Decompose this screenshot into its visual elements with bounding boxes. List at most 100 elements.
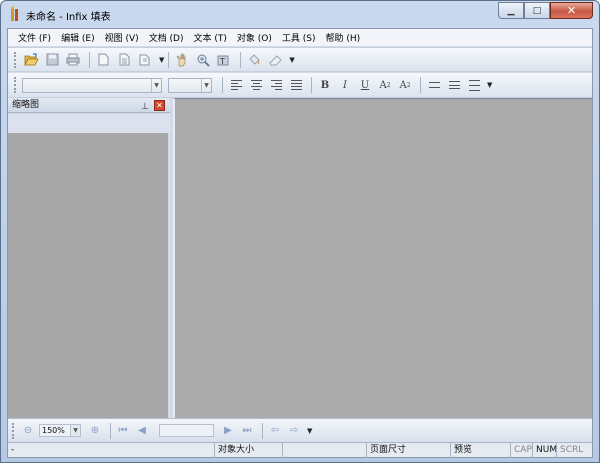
superscript-label: A [379, 79, 387, 91]
text-select-button[interactable]: T [215, 51, 233, 69]
align-left-button[interactable] [227, 76, 245, 94]
italic-button[interactable]: I [336, 76, 354, 94]
panel-close-icon[interactable]: ✕ [154, 100, 165, 111]
status-bar: - 对象大小 页面尺寸 预览 CAP NUM SCRL [8, 442, 592, 458]
menu-tools[interactable]: 工具 (S) [282, 31, 316, 44]
save-button[interactable] [43, 51, 61, 69]
close-button[interactable]: ✕ [550, 2, 593, 19]
page-copy-button[interactable] [136, 51, 154, 69]
menu-view[interactable]: 视图 (V) [105, 31, 139, 44]
pin-icon[interactable]: ⊥ [141, 100, 149, 114]
zoom-out-icon: ⊖ [23, 425, 33, 436]
fill-tool-button[interactable] [245, 51, 263, 69]
underline-button[interactable]: U [356, 76, 374, 94]
back-button[interactable]: ⇦ [267, 423, 283, 439]
align-right-icon [270, 80, 282, 90]
align-center-icon [250, 80, 262, 90]
menu-text[interactable]: 文本 (T) [194, 31, 227, 44]
toolbar-separator [311, 77, 312, 93]
first-page-icon: ⏮ [118, 425, 128, 436]
align-center-button[interactable] [247, 76, 265, 94]
menu-edit[interactable]: 编辑 (E) [61, 31, 95, 44]
arrow-left-icon: ⇦ [270, 425, 280, 436]
page-lines-icon [119, 53, 129, 66]
thumbnail-panel: 缩略图 ⊥ ✕ [8, 98, 170, 418]
toolbar-grip[interactable] [14, 51, 17, 68]
page-properties-button[interactable] [115, 51, 133, 69]
superscript-button[interactable]: A2 [376, 76, 394, 94]
first-page-button[interactable]: ⏮ [115, 423, 131, 439]
status-page-size: 页面尺寸 [366, 443, 450, 458]
folder-open-icon [23, 53, 39, 66]
menu-document[interactable]: 文档 (D) [149, 31, 184, 44]
chevron-down-icon[interactable]: ▼ [71, 424, 81, 437]
chevron-down-icon[interactable]: ▼ [307, 427, 312, 435]
print-button[interactable] [64, 51, 82, 69]
document-canvas[interactable] [173, 98, 592, 418]
line-spacing-single-button[interactable] [425, 76, 443, 94]
paint-bucket-icon [249, 53, 261, 65]
maximize-icon: □ [532, 5, 542, 16]
status-preview: 预览 [450, 443, 510, 458]
line-spacing-medium-button[interactable] [445, 76, 463, 94]
printer-icon [66, 53, 80, 66]
underline-label: U [360, 79, 370, 91]
toolbar-separator [110, 422, 111, 439]
thumbnail-panel-header: 缩略图 ⊥ ✕ [8, 98, 170, 113]
title-bar[interactable]: 未命名 - Infix 填表 ▁ □ ✕ [1, 1, 599, 28]
status-object-size: 对象大小 [214, 443, 282, 458]
chevron-down-icon[interactable]: ▼ [151, 78, 161, 92]
toolbar-grip[interactable] [12, 422, 15, 439]
bold-button[interactable]: B [316, 76, 334, 94]
toolbar-separator [240, 51, 242, 68]
hand-tool-button[interactable] [173, 51, 191, 69]
font-name-select[interactable]: ▼ [22, 77, 162, 93]
new-page-button[interactable] [94, 51, 112, 69]
zoom-tool-button[interactable] [194, 51, 212, 69]
menu-file[interactable]: 文件 (F) [18, 31, 51, 44]
zoom-in-button[interactable]: ⊕ [87, 423, 103, 439]
zoom-level-select[interactable]: 150% [39, 424, 71, 437]
client-area: 文件 (F) 编辑 (E) 视图 (V) 文档 (D) 文本 (T) 对象 (O… [7, 28, 593, 458]
line-spacing-icon [448, 81, 460, 89]
chevron-down-icon[interactable]: ▼ [201, 78, 211, 92]
line-spacing-double-button[interactable] [465, 76, 483, 94]
page-number-input[interactable] [159, 424, 214, 437]
page-icon [98, 53, 108, 66]
minimize-button[interactable]: ▁ [498, 2, 524, 19]
last-page-icon: ⏭ [242, 425, 252, 436]
standard-toolbar: ▼ T ▼ [8, 47, 592, 72]
next-page-button[interactable]: ▶ [220, 423, 236, 439]
justify-button[interactable] [287, 76, 305, 94]
toolbar-separator [168, 51, 170, 68]
menu-help[interactable]: 帮助 (H) [325, 31, 360, 44]
close-icon: ✕ [566, 4, 577, 17]
align-left-icon [230, 80, 242, 90]
prev-page-button[interactable]: ◀ [134, 423, 150, 439]
maximize-button[interactable]: □ [524, 2, 550, 19]
window-controls: ▁ □ ✕ [498, 2, 593, 19]
forward-button[interactable]: ⇨ [286, 423, 302, 439]
chevron-down-icon[interactable]: ▼ [289, 56, 294, 64]
menu-bar: 文件 (F) 编辑 (E) 视图 (V) 文档 (D) 文本 (T) 对象 (O… [8, 29, 592, 46]
subscript-button[interactable]: A2 [396, 76, 414, 94]
status-cap: CAP [510, 443, 532, 458]
chevron-down-icon[interactable]: ▼ [159, 56, 164, 64]
line-spacing-icon [428, 82, 440, 88]
prev-page-icon: ◀ [138, 425, 146, 436]
last-page-button[interactable]: ⏭ [239, 423, 255, 439]
zoom-out-button[interactable]: ⊖ [20, 423, 36, 439]
font-size-select[interactable]: ▼ [168, 77, 212, 93]
thumbnail-list[interactable] [8, 133, 168, 418]
subscript-mark: 2 [406, 81, 411, 89]
toolbar-grip[interactable] [14, 77, 17, 93]
svg-text:T: T [219, 57, 225, 66]
toolbar-separator [89, 51, 90, 68]
chevron-down-icon[interactable]: ▼ [487, 81, 492, 89]
eraser-button[interactable] [266, 51, 284, 69]
status-message: - [11, 445, 15, 455]
menu-object[interactable]: 对象 (O) [237, 31, 272, 44]
align-right-button[interactable] [267, 76, 285, 94]
window-title: 未命名 - Infix 填表 [26, 12, 111, 23]
open-button[interactable] [22, 51, 40, 69]
